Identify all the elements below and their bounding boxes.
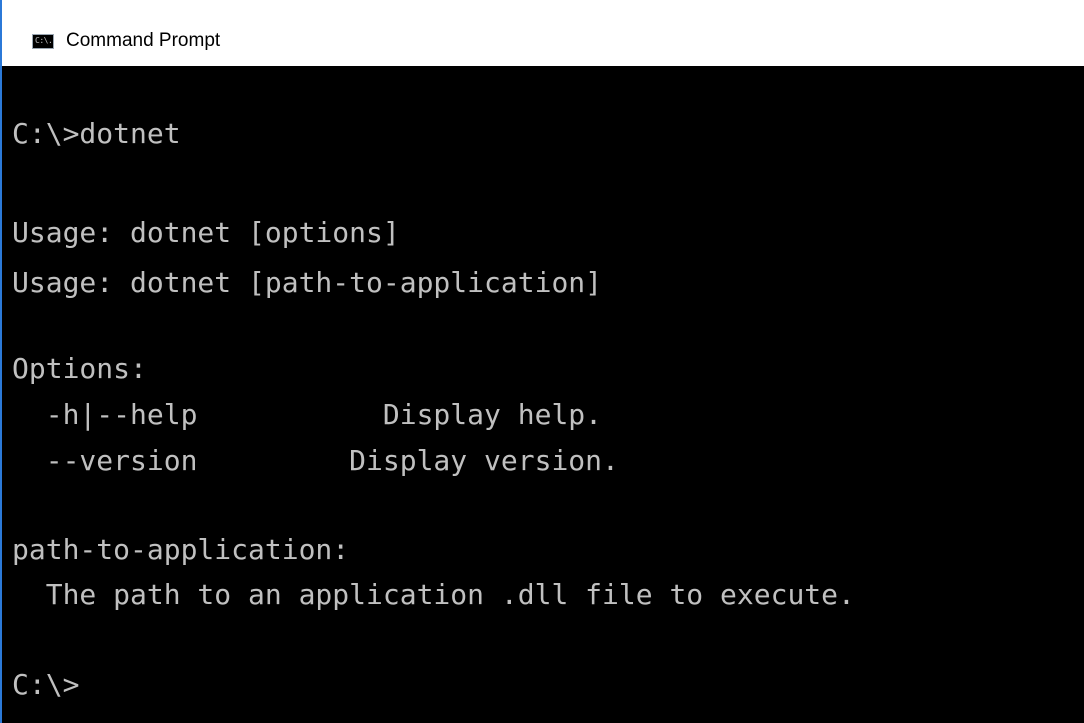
- command-prompt-window: C:\. Command Prompt C:\>dotnet Usage: do…: [0, 0, 1084, 723]
- console-line-options-header: Options:: [12, 352, 147, 385]
- console-prompt[interactable]: C:\>: [12, 667, 79, 703]
- command-prompt-icon[interactable]: C:\.: [32, 34, 54, 49]
- console-output[interactable]: C:\>dotnet Usage: dotnet [options] Usage…: [2, 66, 1084, 723]
- console-line-usage-path: Usage: dotnet [path-to-application]: [12, 266, 603, 299]
- console-line-path-header: path-to-application:: [12, 533, 350, 566]
- window-title: Command Prompt: [66, 30, 221, 51]
- console-line-version-option: --version Display version.: [12, 444, 619, 477]
- console-line-usage-options: Usage: dotnet [options]: [12, 216, 400, 249]
- console-line-help-option: -h|--help Display help.: [12, 398, 603, 431]
- console-line-command: C:\>dotnet: [12, 117, 181, 150]
- console-line-path-description: The path to an application .dll file to …: [12, 578, 855, 611]
- title-bar[interactable]: C:\. Command Prompt: [2, 0, 1084, 66]
- command-prompt-icon-glyph: C:\.: [35, 36, 53, 45]
